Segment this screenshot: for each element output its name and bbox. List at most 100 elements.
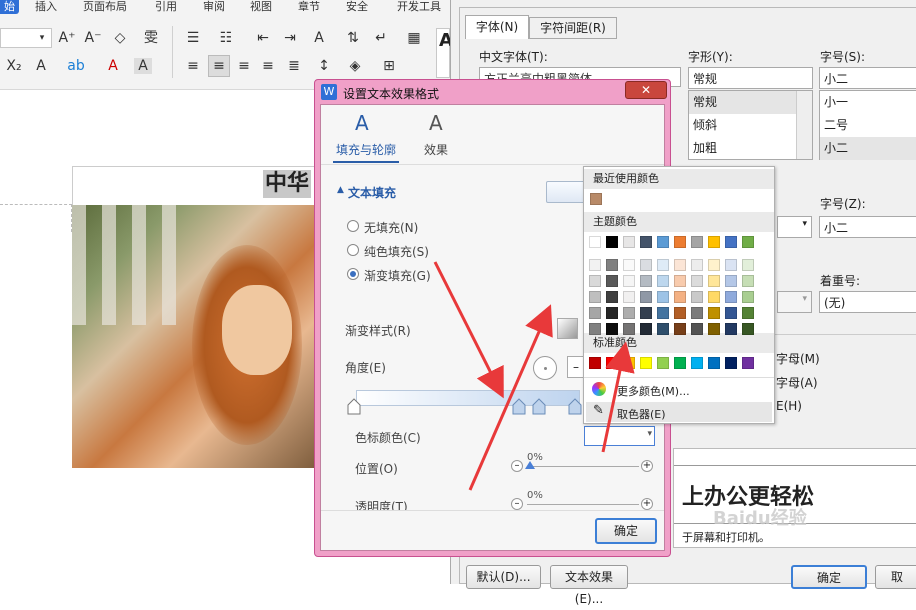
color-swatch[interactable]	[708, 323, 720, 335]
close-button[interactable]: ✕	[625, 81, 667, 99]
chevron-down-icon[interactable]: ▾	[777, 291, 812, 313]
grow-font-icon[interactable]: A⁺	[58, 30, 76, 46]
color-swatch[interactable]	[657, 236, 669, 248]
color-swatch[interactable]	[742, 291, 754, 303]
color-swatch[interactable]	[657, 307, 669, 319]
gradient-fill-label[interactable]: 渐变填充(G)	[364, 267, 431, 284]
checkbox-label[interactable]: 字母(M)	[776, 350, 820, 367]
color-swatch[interactable]	[623, 291, 635, 303]
color-swatch[interactable]	[606, 291, 618, 303]
color-swatch[interactable]	[691, 323, 703, 335]
transparency-plus-button[interactable]: +	[641, 498, 653, 510]
list-item[interactable]: 小二	[820, 137, 916, 160]
color-swatch[interactable]	[708, 259, 720, 271]
color-swatch[interactable]	[674, 291, 686, 303]
color-swatch[interactable]	[691, 291, 703, 303]
size-list[interactable]: 小一 二号 小二	[819, 90, 916, 160]
ok-button[interactable]: 确定	[791, 565, 867, 589]
style-list[interactable]: 常规 倾斜 加粗	[688, 90, 813, 160]
tab-char-spacing[interactable]: 字符间距(R)	[529, 17, 617, 39]
solid-fill-label[interactable]: 纯色填充(S)	[364, 243, 429, 260]
gradient-stop-handle[interactable]	[347, 398, 361, 415]
distribute-icon[interactable]: ≣	[285, 58, 303, 74]
default-button[interactable]: 默认(D)...	[466, 565, 541, 589]
color-swatch[interactable]	[708, 275, 720, 287]
color-swatch[interactable]	[674, 236, 686, 248]
color-swatch[interactable]	[606, 259, 618, 271]
text-direction-icon[interactable]: A	[310, 30, 328, 46]
color-swatch[interactable]	[640, 259, 652, 271]
emphasis-field[interactable]: (无)	[819, 291, 916, 313]
color-swatch[interactable]	[589, 323, 601, 335]
section-text-fill[interactable]: 文本填充	[348, 184, 396, 201]
color-swatch[interactable]	[657, 323, 669, 335]
shrink-font-icon[interactable]: A⁻	[84, 30, 102, 46]
color-swatch[interactable]	[674, 357, 686, 369]
color-swatch[interactable]	[589, 307, 601, 319]
color-swatch[interactable]	[640, 307, 652, 319]
gradient-stop-handle[interactable]	[512, 398, 526, 415]
tab-page-layout[interactable]: 页面布局	[83, 0, 127, 14]
te-ok-button[interactable]: 确定	[595, 518, 657, 544]
color-swatch[interactable]	[657, 275, 669, 287]
bullets-icon[interactable]: ☰	[184, 30, 202, 46]
tab-fill-outline[interactable]: 填充与轮廓	[336, 141, 396, 158]
color-swatch[interactable]	[623, 275, 635, 287]
tab-start[interactable]: 始	[0, 0, 19, 14]
color-swatch[interactable]	[674, 259, 686, 271]
styles-gallery[interactable]: A	[436, 28, 453, 78]
position-slider-track[interactable]	[527, 466, 639, 467]
numbering-icon[interactable]: ☷	[217, 30, 235, 46]
position-minus-button[interactable]: –	[511, 460, 523, 472]
align-right-icon[interactable]: ≡	[235, 58, 253, 74]
eyedropper-item[interactable]: ✎ 取色器(E)	[586, 402, 772, 422]
tab-effect[interactable]: 效果	[424, 141, 448, 158]
document-photo[interactable]	[72, 205, 322, 468]
tab-references[interactable]: 引用	[155, 0, 177, 14]
color-swatch[interactable]	[725, 291, 737, 303]
color-swatch[interactable]	[589, 291, 601, 303]
chevron-down-icon[interactable]: ▾	[777, 216, 812, 238]
color-swatch[interactable]	[640, 291, 652, 303]
char-shading-icon[interactable]: A	[134, 58, 152, 74]
color-swatch[interactable]	[691, 357, 703, 369]
subscript-icon[interactable]: X₂	[5, 58, 23, 74]
highlight-icon[interactable]: ab	[67, 58, 85, 74]
color-swatch[interactable]	[674, 307, 686, 319]
phonetic-icon[interactable]: 雯	[140, 30, 162, 46]
color-swatch[interactable]	[640, 357, 652, 369]
style-field[interactable]: 常规	[688, 67, 813, 89]
color-swatch[interactable]	[725, 259, 737, 271]
color-swatch[interactable]	[606, 323, 618, 335]
font-size-box[interactable]: ▾	[0, 28, 52, 48]
color-swatch[interactable]	[623, 307, 635, 319]
color-swatch[interactable]	[725, 323, 737, 335]
borders-icon[interactable]: ⊞	[380, 58, 398, 74]
color-swatch[interactable]	[691, 259, 703, 271]
color-swatch[interactable]	[589, 275, 601, 287]
text-effect-icon[interactable]: A	[32, 58, 50, 74]
color-swatch[interactable]	[725, 307, 737, 319]
color-swatch[interactable]	[606, 275, 618, 287]
color-swatch[interactable]	[606, 307, 618, 319]
color-swatch[interactable]	[640, 236, 652, 248]
color-swatch[interactable]	[657, 291, 669, 303]
transparency-minus-button[interactable]: –	[511, 498, 523, 510]
scrollbar[interactable]	[796, 91, 812, 159]
gradient-style-button[interactable]	[557, 318, 578, 339]
position-plus-button[interactable]: +	[641, 460, 653, 472]
color-swatch[interactable]	[640, 275, 652, 287]
text-effect-button[interactable]: 文本效果(E)...	[550, 565, 628, 606]
transparency-slider-track[interactable]	[527, 504, 639, 505]
tab-review[interactable]: 审阅	[203, 0, 225, 14]
increase-indent-icon[interactable]: ⇥	[281, 30, 299, 46]
collapse-icon[interactable]: ▲	[337, 185, 344, 195]
gradient-fill-radio[interactable]	[347, 268, 359, 280]
more-colors-item[interactable]: 更多颜色(M)...	[586, 380, 772, 400]
gradient-stop-handle[interactable]	[568, 398, 582, 415]
align-center-icon[interactable]: ≡	[208, 55, 230, 77]
color-swatch[interactable]	[606, 357, 618, 369]
tab-security[interactable]: 安全	[346, 0, 368, 14]
line-spacing-icon[interactable]: ↕	[315, 58, 333, 74]
color-swatch[interactable]	[606, 236, 618, 248]
